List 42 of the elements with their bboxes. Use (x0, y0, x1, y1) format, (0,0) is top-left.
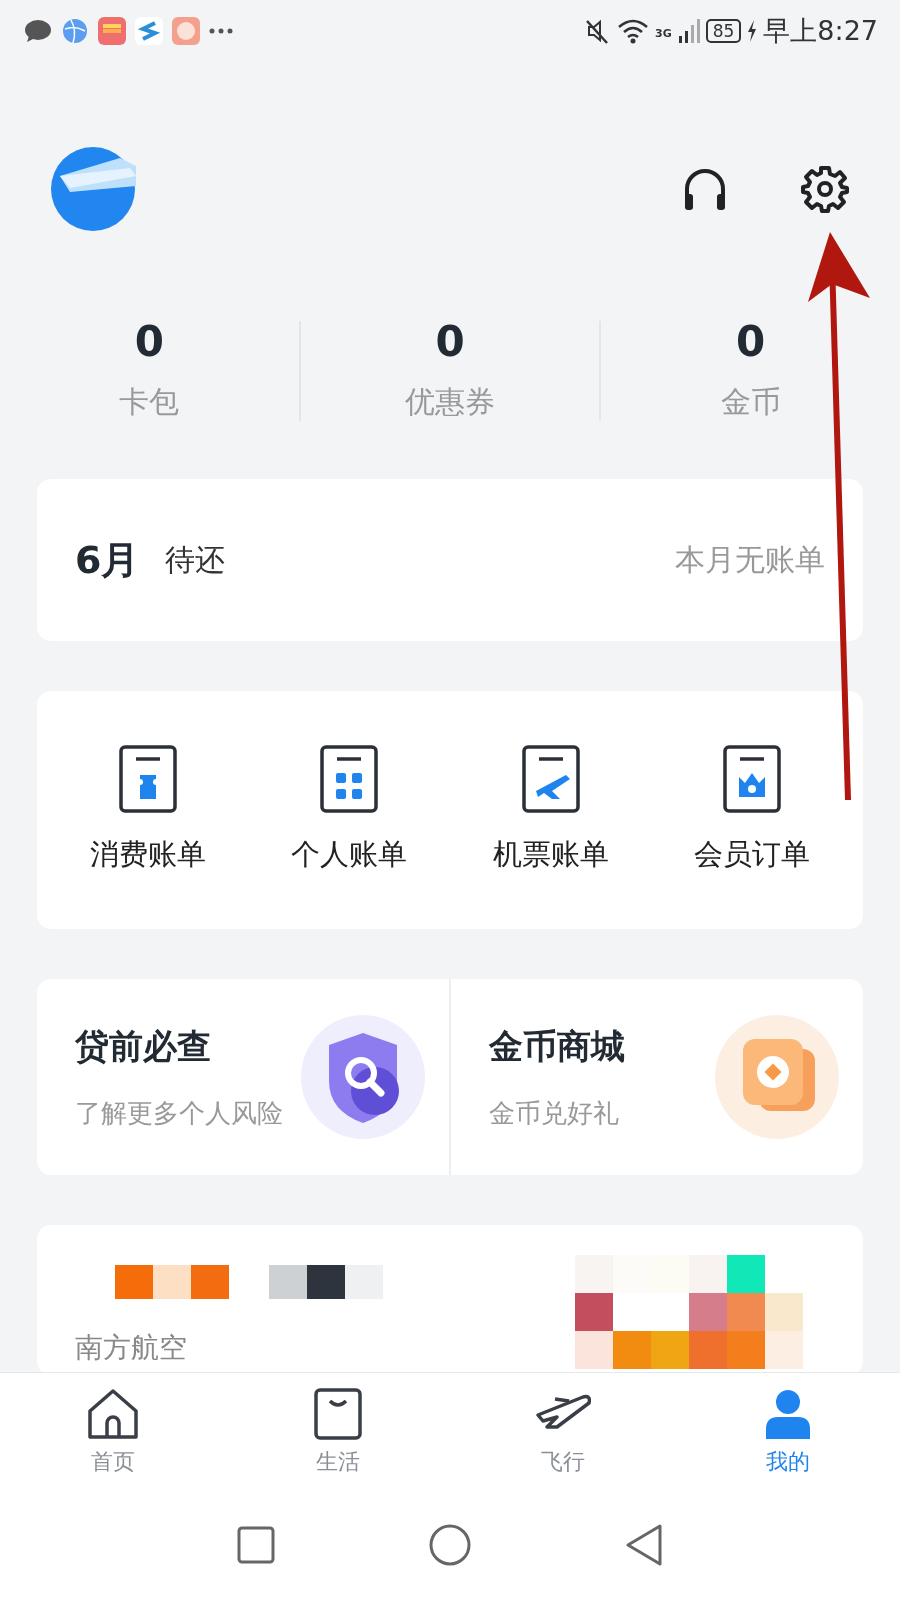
shortcut-button[interactable]: 机票账单 (492, 745, 609, 875)
stamp-app-icon (172, 17, 200, 45)
avatar[interactable] (50, 146, 136, 232)
shortcut-button[interactable]: 会员订单 (694, 745, 811, 875)
circle-nav-icon[interactable] (428, 1523, 472, 1567)
charging-icon (747, 20, 758, 42)
grid-document-icon (320, 745, 379, 813)
stat-value: 0 (134, 318, 164, 366)
s-logo-app-icon (135, 17, 163, 45)
signal-icon (677, 18, 700, 44)
shortcut-button[interactable]: 个人账单 (291, 745, 408, 875)
promo-subtitle: 金币兑好礼 (489, 1096, 620, 1130)
promo-tile[interactable]: 贷前必查 了解更多个人风险 (37, 979, 449, 1175)
coin-card-icon (715, 1015, 839, 1139)
battery-level: 85 (705, 19, 742, 43)
wallet-app-icon (98, 17, 126, 45)
plane-document-icon (521, 745, 580, 813)
back-nav-icon[interactable] (624, 1523, 664, 1567)
promo-tile[interactable]: 金币商城 金币兑好礼 (449, 979, 863, 1175)
ticket-document-icon (118, 745, 177, 813)
banner-title: 南方航空 (75, 1330, 187, 1366)
square-nav-icon[interactable] (236, 1525, 276, 1565)
settings-icon[interactable] (800, 164, 850, 214)
month-label: 6月 (75, 536, 140, 584)
due-label: 待还 (165, 540, 226, 579)
shield-search-icon (301, 1015, 425, 1139)
stat-value: 0 (435, 318, 465, 366)
crown-document-icon (723, 745, 782, 813)
chat-bubble-icon (24, 19, 52, 43)
shortcut-button[interactable]: 消费账单 (89, 745, 206, 875)
tab[interactable]: 我的 (675, 1373, 900, 1491)
promo-title: 金币商城 (489, 1024, 625, 1068)
bill-card[interactable]: 6月 待还 本月无账单 (37, 479, 863, 641)
promo-title: 贷前必查 (75, 1024, 212, 1068)
bill-status: 本月无账单 (675, 540, 825, 579)
more-icon (209, 28, 233, 34)
wifi-icon (617, 18, 650, 44)
network-type: 3G (655, 27, 672, 40)
globe-app-icon (61, 17, 89, 45)
promo-subtitle: 了解更多个人风险 (75, 1096, 283, 1130)
clock: 早上8:27 (763, 14, 878, 48)
stat-value: 0 (736, 318, 766, 366)
